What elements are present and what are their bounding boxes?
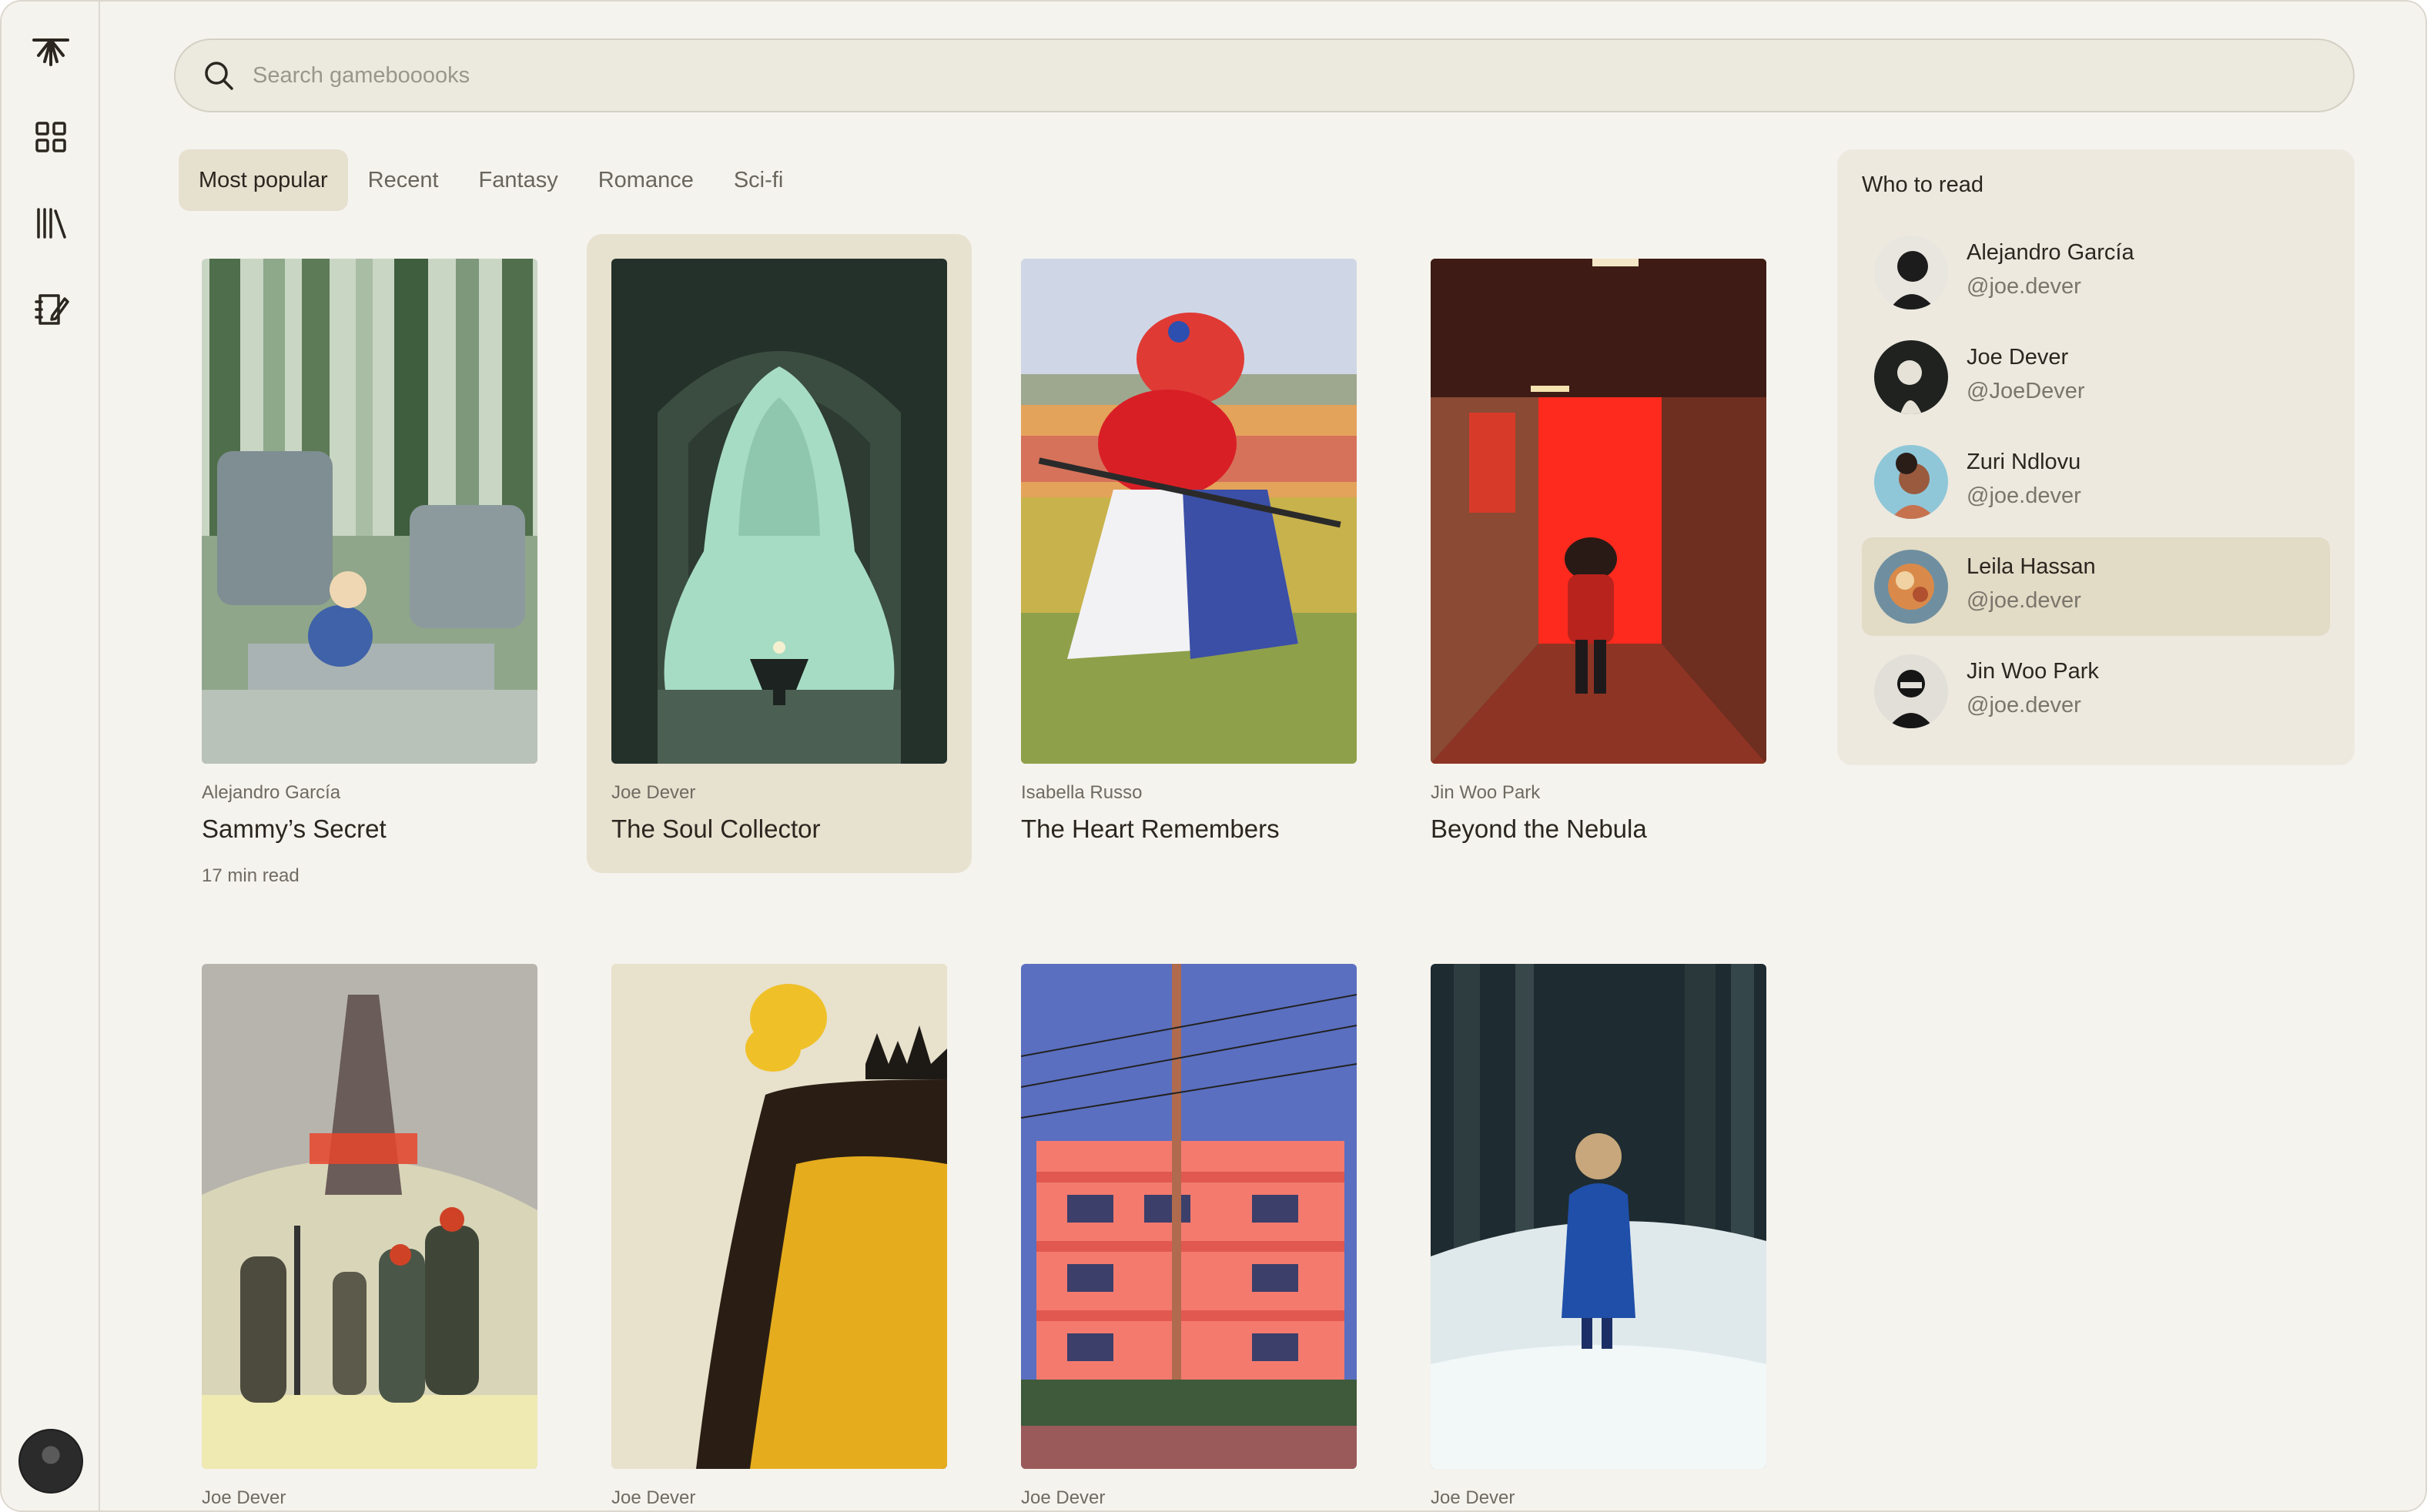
book-read-time: 17 min read [202,865,300,886]
logo-icon[interactable] [23,23,79,79]
tab-romance[interactable]: Romance [578,149,714,211]
who-to-read-panel: Who to read Alejandro García @joe.dever … [1837,149,2355,765]
book-cover-snowy-forest-child[interactable] [1431,964,1766,1469]
avatar [1874,340,1948,414]
avatar [1874,445,1948,519]
app-window: Most popular Recent Fantasy Romance Sci-… [0,0,2427,1512]
panel-title: Who to read [1862,172,1983,197]
book-title: The Soul Collector [611,815,821,843]
avatar [1874,236,1948,309]
book-title: Sammy’s Secret [202,815,387,843]
book-author: Alejandro García [202,782,341,803]
book-cover-red-hallway[interactable] [1431,259,1766,764]
user-avatar[interactable] [18,1429,83,1494]
book-author: Jin Woo Park [1431,782,1541,803]
book-author: Joe Dever [611,1487,696,1508]
book-cover-forest-graves[interactable] [202,259,537,764]
book-cover-snow-soldiers[interactable] [202,964,537,1469]
book-author: Joe Dever [611,782,696,803]
search-bar[interactable] [174,38,2355,112]
author-handle: @joe.dever [1967,588,2081,613]
book-card[interactable]: Joe Dever The Soul Collector [587,234,972,873]
author-name: Alejandro García [1967,240,2134,265]
author-name: Zuri Ndlovu [1967,450,2081,474]
grid-icon[interactable] [23,109,79,165]
tab-fantasy[interactable]: Fantasy [459,149,578,211]
category-tabs: Most popular Recent Fantasy Romance Sci-… [179,149,803,211]
author-handle: @JoeDever [1967,379,2085,403]
author-item[interactable]: Joe Dever @JoeDever [1862,328,2330,427]
book-title: The Heart Remembers [1021,815,1280,843]
avatar [1874,654,1948,728]
book-card[interactable]: Alejandro García Sammy’s Secret 17 min r… [177,234,562,886]
author-item[interactable]: Zuri Ndlovu @joe.dever [1862,433,2330,531]
avatar [1874,550,1948,624]
author-handle: @joe.dever [1967,483,2081,508]
book-cover-volcano-cliff[interactable] [611,964,947,1469]
book-card[interactable]: Joe Dever [1406,939,1791,1510]
book-cover-hooded-figure[interactable] [611,259,947,764]
search-icon [205,62,233,90]
author-name: Leila Hassan [1967,554,2096,579]
book-author: Joe Dever [202,1487,286,1508]
author-item[interactable]: Alejandro García @joe.dever [1862,223,2330,322]
sidebar [2,2,100,1510]
author-item[interactable]: Leila Hassan @joe.dever [1862,537,2330,636]
book-title: Beyond the Nebula [1431,815,1647,843]
book-card[interactable]: Jin Woo Park Beyond the Nebula [1406,234,1791,873]
book-author: Joe Dever [1021,1487,1106,1508]
book-author: Isabella Russo [1021,782,1143,803]
author-handle: @joe.dever [1967,274,2081,299]
book-card[interactable]: Joe Dever [587,939,972,1510]
tab-recent[interactable]: Recent [348,149,459,211]
author-name: Jin Woo Park [1967,659,2099,684]
library-icon[interactable] [23,196,79,251]
search-input[interactable] [253,62,2255,89]
notebook-edit-icon[interactable] [23,282,79,337]
book-card[interactable]: Joe Dever [996,939,1381,1510]
tab-most-popular[interactable]: Most popular [179,149,348,211]
author-name: Joe Dever [1967,345,2069,370]
book-cover-girl-running[interactable] [1021,259,1357,764]
author-item[interactable]: Jin Woo Park @joe.dever [1862,642,2330,741]
book-cover-pink-building[interactable] [1021,964,1357,1469]
book-card[interactable]: Joe Dever [177,939,562,1510]
tab-sci-fi[interactable]: Sci-fi [714,149,803,211]
book-card[interactable]: Isabella Russo The Heart Remembers [996,234,1381,873]
author-handle: @joe.dever [1967,693,2081,718]
book-author: Joe Dever [1431,1487,1515,1508]
